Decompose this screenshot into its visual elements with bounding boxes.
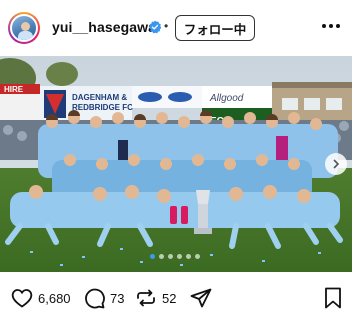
- more-options-icon[interactable]: [322, 24, 346, 32]
- separator-dot: •: [164, 19, 169, 33]
- send-icon: [190, 288, 212, 308]
- heart-icon: [11, 289, 33, 308]
- carousel-next-button[interactable]: [325, 153, 347, 175]
- repost-button[interactable]: 52: [134, 286, 176, 310]
- verified-badge-icon: [149, 20, 162, 34]
- banner-sponsor-line2: REDBRIDGE FC: [72, 103, 133, 112]
- carousel-indicator: [150, 254, 200, 259]
- avatar[interactable]: [8, 12, 40, 44]
- username[interactable]: yui__hasegawa: [52, 19, 156, 35]
- share-button[interactable]: [189, 286, 213, 310]
- team-celebration-photo: HIRE DAGENHAM & REDBRIDGE FC Allgood ECO: [0, 56, 352, 272]
- post-photo[interactable]: HIRE DAGENHAM & REDBRIDGE FC Allgood ECO: [0, 56, 352, 272]
- comment-count: 73: [110, 290, 125, 306]
- bookmark-icon: [325, 287, 341, 309]
- banner-hire-text: HIRE: [4, 85, 24, 94]
- banner-sponsor-line1: DAGENHAM &: [72, 93, 127, 102]
- comment-icon: [85, 288, 105, 309]
- like-count: 6,680: [38, 290, 71, 306]
- chevron-right-icon: [333, 159, 340, 169]
- svg-text:Allgood: Allgood: [209, 93, 244, 104]
- repost-count: 52: [162, 290, 177, 306]
- repost-icon: [137, 289, 155, 307]
- save-button[interactable]: [322, 286, 344, 315]
- following-button[interactable]: フォロー中: [175, 15, 255, 41]
- post-header: yui__hasegawa • フォロー中: [0, 0, 352, 56]
- comment-button[interactable]: 73: [82, 286, 124, 310]
- like-button[interactable]: 6,680: [10, 286, 71, 310]
- post-actions-bar: 6,680 73 52: [0, 282, 352, 318]
